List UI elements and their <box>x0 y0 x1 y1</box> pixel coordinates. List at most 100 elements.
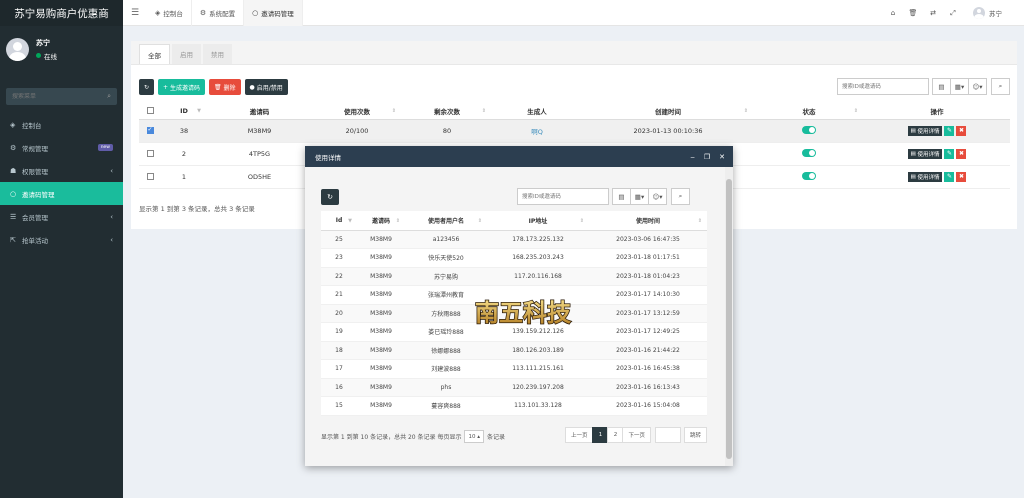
sidebar-item-invite-codes[interactable]: ○ 邀请码管理 <box>0 182 123 205</box>
table-row[interactable]: 23 M38M9 快乐天使520 168.235.203.243 2023-01-18 … <box>321 248 707 268</box>
sidebar-search: ⌕ <box>6 88 117 105</box>
generate-code-button[interactable]: + 生成邀请码 <box>158 79 205 95</box>
table-row[interactable]: 17 M38M9 刘建波888 113.111.215.161 2023-01-16 1… <box>321 359 707 379</box>
col-header-created[interactable]: 创建时间 ⇕ <box>582 103 754 120</box>
jump-button[interactable]: 跳转 <box>683 427 707 443</box>
sidebar-item-general[interactable]: ⚙ 常规管理 new <box>0 136 123 159</box>
modal-scrollbar[interactable] <box>725 167 733 466</box>
fullscreen-icon[interactable]: ⤢ <box>943 9 963 18</box>
translate-icon[interactable]: ⇄ <box>923 9 943 17</box>
sidebar-item-permissions[interactable]: ☗ 权限管理 ‹ <box>0 159 123 182</box>
tab-enabled[interactable]: 启用 <box>172 44 201 64</box>
caret-up-icon: ▴ <box>477 433 480 440</box>
table-row[interactable]: 25 M38M9 a123456 178.173.225.132 2023-03-06 … <box>321 230 707 249</box>
edit-button[interactable]: ✎ <box>944 148 955 159</box>
advanced-search-button[interactable]: ⌕ <box>991 78 1010 95</box>
creator-link[interactable]: 啊Q <box>531 128 543 136</box>
sort-icon: ⇕ <box>579 218 584 224</box>
sort-icon: ⇕ <box>481 108 486 114</box>
modal-columns-button[interactable]: ▦▾ <box>630 188 649 205</box>
trash-icon[interactable]: 🗑 <box>903 9 923 17</box>
sidebar-search-input[interactable] <box>12 93 92 100</box>
menu-toggle-icon[interactable]: ☰ <box>123 8 147 18</box>
table-row[interactable]: 18 M38M9 徐娜娜888 180.126.203.189 2023-01-16 2… <box>321 341 707 360</box>
col-header-creator[interactable]: 生成人 <box>492 103 582 120</box>
next-page-button[interactable]: 下一页 <box>622 427 651 443</box>
refresh-button[interactable]: ↻ <box>139 79 155 95</box>
list-icon: ▤ <box>910 127 918 134</box>
scrollbar-thumb[interactable] <box>726 179 732 459</box>
col-header-used[interactable]: 使用次数 ⇕ <box>312 103 402 120</box>
delete-row-button[interactable]: ✖ <box>956 125 967 136</box>
usage-detail-button[interactable]: ▤ 使用详情 <box>907 125 943 136</box>
toggle-enable-button[interactable]: ● 启用/禁用 <box>244 79 288 95</box>
col-header-id[interactable]: ID ▼ <box>161 103 207 120</box>
svg-text:南五科技: 南五科技 <box>475 298 572 327</box>
row-checkbox[interactable] <box>146 126 154 134</box>
close-icon[interactable]: ✕ <box>719 153 725 161</box>
col-header-status[interactable]: 状态 ⇕ <box>754 103 864 120</box>
modal-export-button[interactable]: ☺▾ <box>648 188 667 205</box>
usage-detail-button[interactable]: ▤ 使用详情 <box>907 171 943 182</box>
table-row[interactable]: 38 M38M9 20/100 80 啊Q 2023-01-13 00:10:3… <box>139 119 1010 143</box>
select-all-checkbox[interactable] <box>146 107 154 115</box>
page-jump-input[interactable] <box>654 427 681 443</box>
col-header-time[interactable]: 使用时间 ⇕ <box>589 211 707 231</box>
page-1-button[interactable]: 1 <box>592 427 609 443</box>
sidebar-item-grab-orders[interactable]: ⇱ 抢单活动 ‹ <box>0 228 123 251</box>
modal-advanced-search-button[interactable]: ⌕ <box>671 188 690 205</box>
col-header-username[interactable]: 使用者用户名 ⇕ <box>405 211 487 231</box>
sidebar-item-members[interactable]: ☰ 会员管理 ‹ <box>0 205 123 228</box>
maximize-icon[interactable]: ❐ <box>704 153 710 161</box>
user-avatar <box>6 37 29 61</box>
usage-detail-button[interactable]: ▤ 使用详情 <box>907 148 943 159</box>
table-row[interactable]: 15 M38M9 蔓容爽888 113.101.33.128 2023-01-16 15… <box>321 396 707 416</box>
status-toggle[interactable] <box>802 171 816 180</box>
col-header-ip[interactable]: IP地址 ⇕ <box>487 211 589 231</box>
view-toggle-button[interactable]: ▤ <box>932 78 951 95</box>
status-toggle[interactable] <box>802 125 816 134</box>
delete-row-button[interactable]: ✖ <box>956 171 967 182</box>
per-page-select[interactable]: 10 ▴ <box>464 430 484 443</box>
delete-button[interactable]: 🗑 删除 <box>208 79 241 95</box>
table-row[interactable]: 22 M38M9 苏宁易购 117.20.116.168 2023-01-18 01:0… <box>321 267 707 286</box>
minimize-icon[interactable]: ‒ <box>690 153 694 161</box>
modal-refresh-button[interactable]: ↻ <box>321 189 339 205</box>
row-checkbox[interactable] <box>146 173 154 180</box>
col-header-remaining[interactable]: 剩余次数 ⇕ <box>402 103 492 120</box>
tab-invite-codes[interactable]: ○ 邀请码管理 <box>244 0 303 26</box>
tab-system-config[interactable]: ⚙ 系统配置 <box>192 0 245 26</box>
table-row[interactable]: 16 M38M9 phs 120.239.197.208 2023-01-16 16:1… <box>321 378 707 397</box>
status-toggle[interactable] <box>802 148 816 157</box>
search-input[interactable] <box>837 78 929 95</box>
prev-page-button[interactable]: 上一页 <box>564 427 594 443</box>
col-header-code[interactable]: 邀请码 <box>207 103 312 120</box>
edit-button[interactable]: ✎ <box>944 125 955 136</box>
app-logo[interactable]: 苏宁易购商户优惠商 <box>0 0 123 26</box>
col-header-id[interactable]: Id ▼ <box>321 211 357 231</box>
delete-row-button[interactable]: ✖ <box>956 148 967 159</box>
edit-button[interactable]: ✎ <box>944 171 955 182</box>
tab-disabled[interactable]: 禁用 <box>203 44 232 64</box>
pagination: 上一页 1 2 下一页 跳转 <box>564 427 707 443</box>
export-button[interactable]: ☺▾ <box>968 78 987 95</box>
tab-dashboard[interactable]: ◈ 控制台 <box>147 0 192 26</box>
col-header-code[interactable]: 邀请码 ⇕ <box>357 211 405 231</box>
row-checkbox[interactable] <box>146 150 154 157</box>
columns-button[interactable]: ▦▾ <box>950 78 969 95</box>
list-icon: ☰ <box>10 212 17 221</box>
search-icon[interactable]: ⌕ <box>107 92 111 101</box>
tab-all[interactable]: 全部 <box>139 44 170 64</box>
pencil-icon: ✎ <box>946 150 952 157</box>
col-header-ops: 操作 <box>864 103 1010 120</box>
modal-summary: 显示第 1 到第 10 条记录，总共 20 条记录 每页显示 <box>321 434 462 441</box>
modal-search-input[interactable] <box>517 188 609 205</box>
modal-view-toggle-button[interactable]: ▤ <box>612 188 631 205</box>
sidebar-item-dashboard[interactable]: ◈ 控制台 <box>0 113 123 136</box>
sort-icon: ⇕ <box>477 218 482 224</box>
user-status: 在线 <box>36 51 57 61</box>
table-tools: ▤ ▦▾ ☺▾ ⌕ <box>837 78 1010 95</box>
page-2-button[interactable]: 2 <box>607 427 624 443</box>
home-icon[interactable]: ⌂ <box>883 9 903 17</box>
top-user-menu[interactable]: 苏宁 <box>973 7 1002 19</box>
